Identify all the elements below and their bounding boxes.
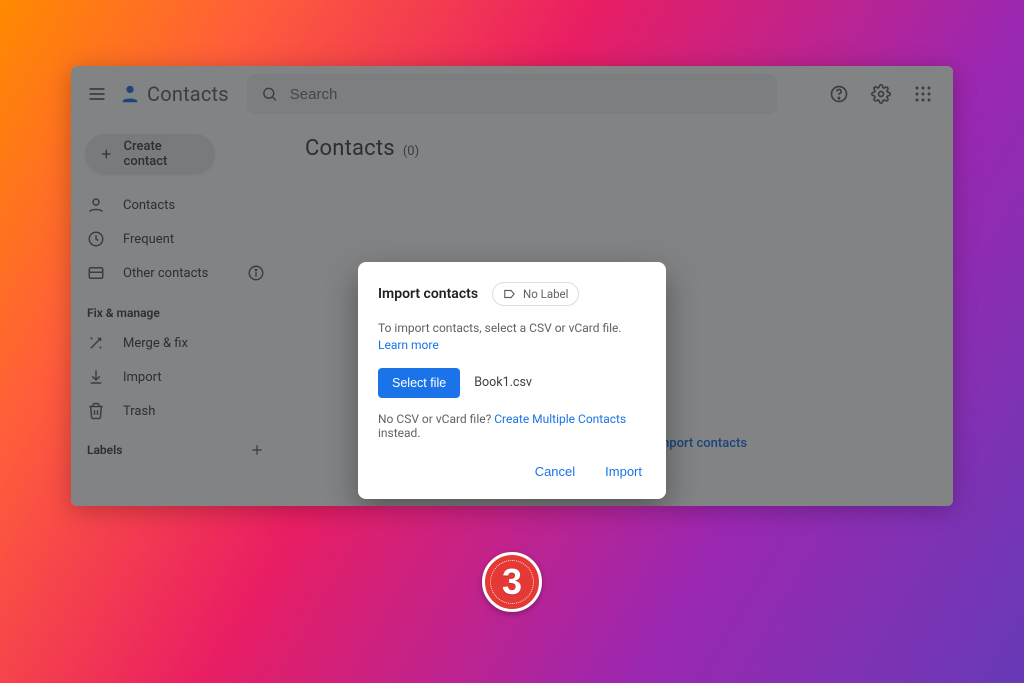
- person-icon: [87, 196, 105, 214]
- sidebar-item-other-contacts[interactable]: Other contacts: [71, 256, 281, 290]
- sidebar-item-contacts[interactable]: Contacts: [71, 188, 281, 222]
- dialog-instruction: To import contacts, select a CSV or vCar…: [378, 320, 646, 354]
- search-bar[interactable]: [247, 74, 777, 114]
- download-icon: [87, 368, 105, 386]
- menu-icon[interactable]: [85, 84, 109, 104]
- step-number: 3: [502, 561, 522, 603]
- app-title: Contacts: [147, 82, 229, 106]
- create-contact-label: Create contact: [124, 139, 201, 169]
- app-header: Contacts: [71, 66, 953, 122]
- trash-icon: [87, 402, 105, 420]
- sidebar-item-label: Contacts: [123, 198, 175, 213]
- create-contact-button[interactable]: Create contact: [85, 134, 215, 174]
- cancel-button[interactable]: Cancel: [531, 458, 579, 485]
- sidebar-item-merge-fix[interactable]: Merge & fix: [71, 326, 281, 360]
- create-multiple-contacts-link[interactable]: Create Multiple Contacts: [494, 412, 626, 426]
- label-icon: [503, 287, 517, 301]
- select-file-button[interactable]: Select file: [378, 368, 460, 398]
- sidebar-item-trash[interactable]: Trash: [71, 394, 281, 428]
- import-contacts-dialog: Import contacts No Label To import conta…: [358, 262, 666, 499]
- empty-import-label: Import contacts: [654, 436, 747, 451]
- fallback-text: No CSV or vCard file? Create Multiple Co…: [378, 412, 646, 440]
- settings-icon[interactable]: [869, 82, 893, 106]
- dialog-title: Import contacts: [378, 286, 478, 302]
- inbox-icon: [87, 264, 105, 282]
- no-label-chip[interactable]: No Label: [492, 282, 579, 306]
- selected-file-name: Book1.csv: [474, 375, 532, 390]
- learn-more-link[interactable]: Learn more: [378, 338, 439, 352]
- import-button[interactable]: Import: [601, 458, 646, 485]
- page-count: (0): [403, 144, 419, 159]
- sidebar-item-label: Trash: [123, 404, 155, 419]
- apps-icon[interactable]: [911, 82, 935, 106]
- search-input[interactable]: [290, 86, 763, 103]
- labels-title: Labels: [87, 443, 122, 457]
- labels-section: Labels: [71, 428, 281, 458]
- clock-icon: [87, 230, 105, 248]
- sidebar-item-label: Merge & fix: [123, 336, 188, 351]
- app-logo: Contacts: [119, 82, 229, 106]
- chip-label: No Label: [523, 287, 568, 301]
- sidebar-item-frequent[interactable]: Frequent: [71, 222, 281, 256]
- sidebar-item-label: Other contacts: [123, 266, 208, 281]
- page-title-row: Contacts (0): [305, 136, 929, 161]
- sidebar: Create contact Contacts Frequent Other c…: [71, 122, 281, 506]
- step-number-badge: 3: [482, 552, 542, 612]
- add-label-icon[interactable]: [249, 442, 265, 458]
- plus-icon: [99, 146, 114, 162]
- help-icon[interactable]: [827, 82, 851, 106]
- sidebar-item-import[interactable]: Import: [71, 360, 281, 394]
- info-icon[interactable]: [247, 264, 265, 282]
- contacts-app-window: Contacts Create contact: [71, 66, 953, 506]
- sidebar-item-label: Frequent: [123, 232, 174, 247]
- wand-icon: [87, 334, 105, 352]
- fix-manage-section-title: Fix & manage: [71, 290, 281, 326]
- header-actions: [827, 82, 939, 106]
- page-title: Contacts: [305, 136, 395, 161]
- search-icon: [261, 85, 278, 103]
- sidebar-item-label: Import: [123, 370, 162, 385]
